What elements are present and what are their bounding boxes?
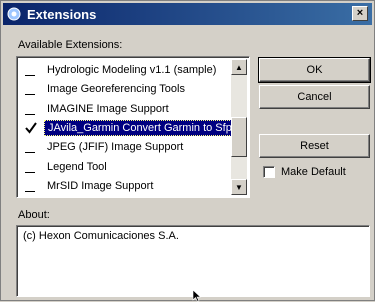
extensions-dialog: Extensions × Available Extensions: Hydro… <box>0 0 375 302</box>
available-extensions-label: Available Extensions: <box>18 39 123 51</box>
extension-label: JPEG (JFIF) Image Support <box>47 141 184 154</box>
scroll-down-icon: ▼ <box>235 182 243 192</box>
extension-label: Hydrologic Modeling v1.1 (sample) <box>47 64 217 76</box>
scroll-up-button[interactable]: ▲ <box>231 59 247 75</box>
extension-list-item[interactable]: IMAGINE Image Support <box>19 100 232 118</box>
extension-list-item[interactable]: Image Georeferencing Tools <box>19 80 232 98</box>
cancel-button-label: Cancel <box>297 91 332 103</box>
extension-label: Legend Tool <box>47 160 107 173</box>
about-label: About: <box>18 209 50 221</box>
make-default-label: Make Default <box>281 166 346 178</box>
ok-button[interactable]: OK <box>258 57 371 83</box>
unchecked-box-icon[interactable] <box>25 83 37 96</box>
extension-label: IMAGINE Image Support <box>47 102 169 115</box>
checkmark-icon[interactable] <box>25 122 37 134</box>
about-text: (c) Hexon Comunicaciones S.A. <box>23 230 179 242</box>
unchecked-box-icon[interactable] <box>25 103 37 115</box>
unchecked-box-icon[interactable] <box>25 64 37 76</box>
about-box: (c) Hexon Comunicaciones S.A. <box>16 225 370 297</box>
extension-list-item[interactable]: Hydrologic Modeling v1.1 (sample) <box>19 61 232 79</box>
title-bar[interactable]: Extensions × <box>3 3 372 25</box>
extension-label: Image Georeferencing Tools <box>47 83 185 96</box>
cancel-button[interactable]: Cancel <box>259 85 370 109</box>
list-scrollbar[interactable]: ▲ ▼ <box>231 59 247 195</box>
extension-list-item[interactable]: JPEG (JFIF) Image Support <box>19 138 232 156</box>
window-title: Extensions <box>27 6 97 22</box>
extensions-list[interactable]: Hydrologic Modeling v1.1 (sample) Image G… <box>16 56 250 198</box>
reset-button[interactable]: Reset <box>259 134 370 158</box>
scroll-up-icon: ▲ <box>235 62 243 72</box>
make-default-box[interactable] <box>263 166 275 178</box>
unchecked-box-icon[interactable] <box>25 180 37 192</box>
extension-list-item[interactable]: MrSID Image Support <box>19 177 232 195</box>
extension-list-item[interactable]: JAvila_Garmin Convert Garmin to Sfp <box>19 119 236 137</box>
unchecked-box-icon[interactable] <box>25 161 37 173</box>
mouse-pointer-icon <box>192 290 202 302</box>
scroll-thumb[interactable] <box>231 117 247 157</box>
scroll-down-button[interactable]: ▼ <box>231 179 247 195</box>
unchecked-box-icon[interactable] <box>25 141 37 154</box>
ok-button-label: OK <box>306 64 323 76</box>
make-default-checkbox[interactable]: Make Default <box>263 166 346 178</box>
extension-label: MrSID Image Support <box>47 179 154 192</box>
close-icon: × <box>356 7 364 19</box>
extension-label: JAvila_Garmin Convert Garmin to Sfp <box>44 119 236 136</box>
close-button[interactable]: × <box>352 6 368 21</box>
reset-button-label: Reset <box>300 140 329 152</box>
extension-icon <box>7 7 21 21</box>
extension-list-item[interactable]: Legend Tool <box>19 158 232 176</box>
